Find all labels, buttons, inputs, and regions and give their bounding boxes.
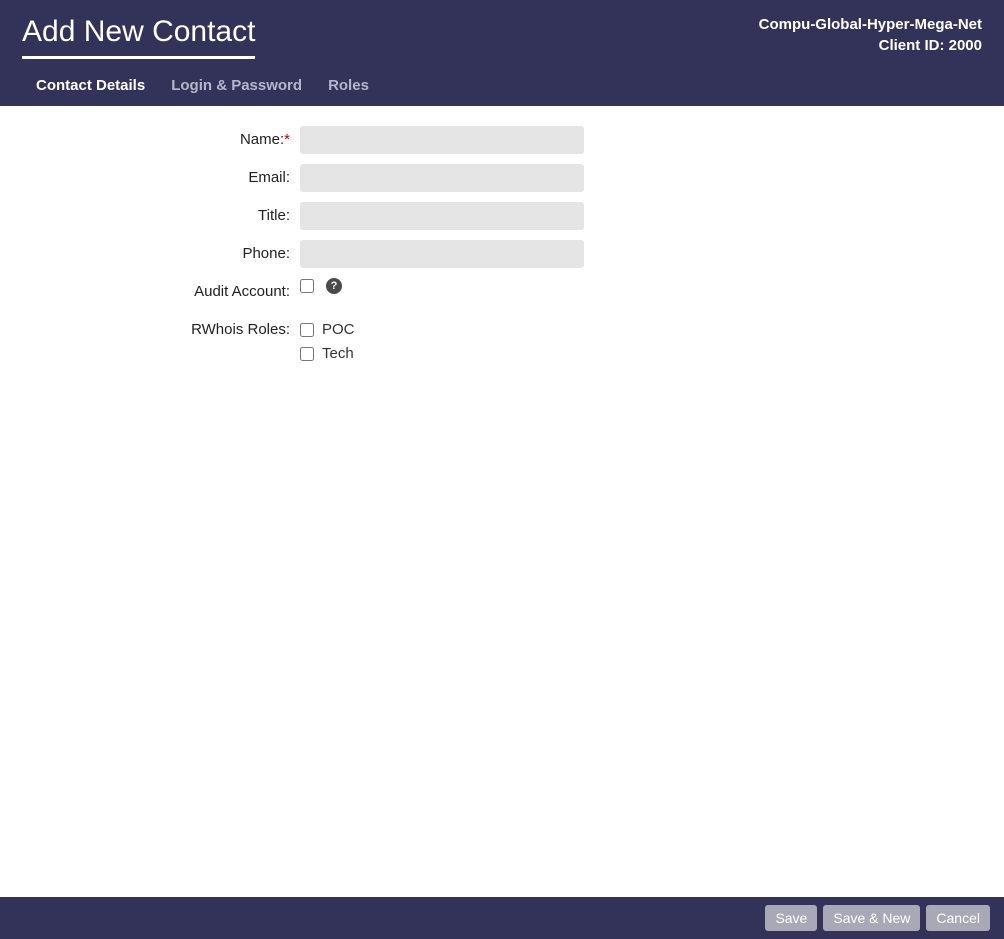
required-mark: * (284, 131, 290, 148)
email-field[interactable] (300, 164, 584, 192)
footer: Save Save & New Cancel (0, 897, 1004, 939)
rwhois-option-tech[interactable]: Tech (300, 344, 584, 364)
save-new-button[interactable]: Save & New (823, 905, 920, 931)
row-name: Name:* (0, 126, 1004, 154)
row-phone: Phone: (0, 240, 1004, 268)
audit-account-checkbox[interactable] (300, 279, 314, 293)
save-button[interactable]: Save (765, 905, 817, 931)
form-content: Name:* Email: Title: Phone: Audit Accoun… (0, 106, 1004, 897)
name-field[interactable] (300, 126, 584, 154)
tabs: Contact Details Login & Password Roles (22, 69, 982, 106)
client-name: Compu-Global-Hyper-Mega-Net (759, 14, 982, 35)
label-name: Name:* (0, 126, 300, 154)
label-rwhois-roles: RWhois Roles: (0, 316, 300, 344)
tab-login-password[interactable]: Login & Password (171, 69, 302, 106)
rwhois-poc-checkbox[interactable] (300, 323, 314, 337)
cancel-button[interactable]: Cancel (926, 905, 990, 931)
label-email: Email: (0, 164, 300, 192)
row-email: Email: (0, 164, 1004, 192)
client-info: Compu-Global-Hyper-Mega-Net Client ID: 2… (759, 14, 982, 56)
rwhois-tech-label: Tech (322, 344, 354, 364)
title-field[interactable] (300, 202, 584, 230)
client-id: Client ID: 2000 (759, 35, 982, 56)
phone-field[interactable] (300, 240, 584, 268)
tab-roles[interactable]: Roles (328, 69, 369, 106)
rwhois-tech-checkbox[interactable] (300, 347, 314, 361)
label-title: Title: (0, 202, 300, 230)
page-header: Add New Contact Compu-Global-Hyper-Mega-… (0, 0, 1004, 106)
rwhois-option-poc[interactable]: POC (300, 320, 584, 340)
tab-contact-details[interactable]: Contact Details (36, 69, 145, 106)
page-title: Add New Contact (22, 14, 255, 59)
rwhois-poc-label: POC (322, 320, 355, 340)
help-icon[interactable]: ? (326, 278, 342, 294)
header-top: Add New Contact Compu-Global-Hyper-Mega-… (22, 14, 982, 59)
label-audit-account: Audit Account: (0, 278, 300, 306)
row-title: Title: (0, 202, 1004, 230)
row-audit-account: Audit Account: ? (0, 278, 1004, 306)
label-phone: Phone: (0, 240, 300, 268)
row-rwhois-roles: RWhois Roles: POC Tech (0, 316, 1004, 364)
